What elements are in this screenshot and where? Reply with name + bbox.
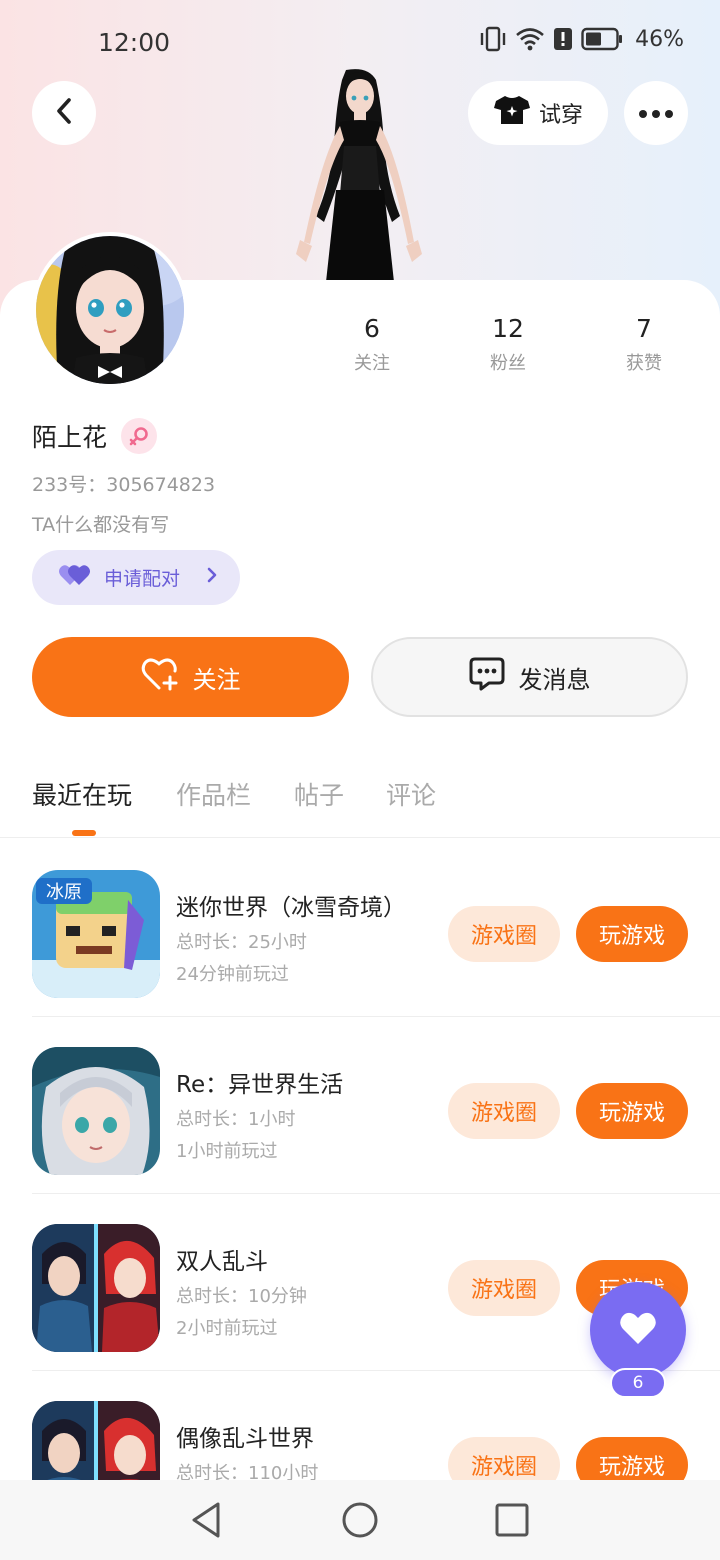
vibrate-icon <box>479 26 507 52</box>
battery-percent: 46% <box>635 26 684 52</box>
shirt-icon <box>493 94 531 132</box>
profile-stats: 6 关注 12 粉丝 7 获赞 <box>0 314 720 384</box>
game-last-played: 2小时前玩过 <box>176 1318 278 1339</box>
like-count-badge: 6 <box>610 1368 666 1398</box>
profile-tabs: 最近在玩 作品栏 帖子 评论 <box>0 776 720 838</box>
game-duration: 总时长：1小时 <box>176 1109 296 1130</box>
stat-following[interactable]: 6 关注 <box>312 314 432 375</box>
play-game-button[interactable]: 玩游戏 <box>576 906 688 962</box>
stat-likes-value: 7 <box>636 314 652 343</box>
tab-recently-played[interactable]: 最近在玩 <box>32 776 132 812</box>
female-gender-icon <box>121 418 158 454</box>
follow-button[interactable]: 关注 <box>32 637 349 717</box>
heart-plus-icon <box>141 657 179 697</box>
wifi-icon <box>515 27 545 51</box>
username: 陌上花 <box>32 423 108 452</box>
system-nav-bar <box>0 1480 720 1560</box>
username-row: 陌上花 <box>32 418 158 454</box>
nav-home-icon[interactable] <box>340 1500 380 1540</box>
stat-followers-value: 12 <box>492 314 524 343</box>
game-last-played: 24分钟前玩过 <box>176 964 289 985</box>
stat-followers-label: 粉丝 <box>490 353 526 374</box>
game-circle-button[interactable]: 游戏圈 <box>448 1260 560 1316</box>
game-circle-button[interactable]: 游戏圈 <box>448 1083 560 1139</box>
nav-back-icon[interactable] <box>186 1500 226 1540</box>
tab-comments[interactable]: 评论 <box>386 776 436 812</box>
alert-icon <box>553 27 573 51</box>
request-pair-label: 申请配对 <box>104 568 181 590</box>
stat-followers[interactable]: 12 粉丝 <box>448 314 568 375</box>
user-bio: TA什么都没有写 <box>32 514 170 536</box>
more-button[interactable] <box>624 81 688 145</box>
game-title: 迷你世界（冰雪奇境） <box>176 895 406 921</box>
battery-icon <box>581 27 623 51</box>
play-game-button[interactable]: 玩游戏 <box>576 1083 688 1139</box>
game-icon-re-zero <box>32 1047 160 1175</box>
avatar-3d-figure[interactable] <box>284 66 434 282</box>
game-icon-duo-brawl <box>32 1224 160 1352</box>
stat-following-value: 6 <box>364 314 380 343</box>
game-circle-button[interactable]: 游戏圈 <box>448 906 560 962</box>
floating-like-button[interactable] <box>590 1282 686 1378</box>
tab-works[interactable]: 作品栏 <box>176 776 251 812</box>
send-message-button[interactable]: 发消息 <box>371 637 688 717</box>
tab-posts[interactable]: 帖子 <box>294 776 344 812</box>
chevron-right-icon <box>206 566 218 589</box>
status-icons: 46% <box>479 26 684 52</box>
user-id: 233号：305674823 <box>32 474 216 496</box>
more-icon <box>638 104 674 123</box>
stat-following-label: 关注 <box>354 353 390 374</box>
heart-icon <box>618 1310 658 1350</box>
game-title: 双人乱斗 <box>176 1249 268 1275</box>
game-duration: 总时长：10分钟 <box>176 1286 307 1307</box>
recently-played-list: 冰原 迷你世界（冰雪奇境） 总时长：25小时 24分钟前玩过 游戏圈 玩游戏 R… <box>0 840 720 1548</box>
chat-bubble-icon <box>469 657 505 697</box>
game-list-item[interactable]: 冰原 迷你世界（冰雪奇境） 总时长：25小时 24分钟前玩过 游戏圈 玩游戏 <box>0 840 720 1017</box>
back-icon <box>52 96 76 130</box>
game-title: Re：异世界生活 <box>176 1072 344 1098</box>
game-duration: 总时长：25小时 <box>176 932 307 953</box>
follow-label: 关注 <box>192 665 241 694</box>
double-heart-icon <box>58 563 92 592</box>
back-button[interactable] <box>32 81 96 145</box>
game-icon-mini-world: 冰原 <box>32 870 160 998</box>
try-on-label: 试穿 <box>538 103 583 128</box>
send-message-label: 发消息 <box>518 665 591 694</box>
mini-world-badge-text: 冰原 <box>46 882 82 903</box>
active-tab-indicator <box>72 830 96 836</box>
try-on-button[interactable]: 试穿 <box>468 81 608 145</box>
game-list-item[interactable]: Re：异世界生活 总时长：1小时 1小时前玩过 游戏圈 玩游戏 <box>0 1017 720 1194</box>
request-pair-button[interactable]: 申请配对 <box>32 550 240 605</box>
game-title: 偶像乱斗世界 <box>176 1426 314 1452</box>
nav-recents-icon[interactable] <box>492 1500 532 1540</box>
game-last-played: 1小时前玩过 <box>176 1141 278 1162</box>
stat-likes-label: 获赞 <box>626 353 662 374</box>
status-time: 12:00 <box>98 28 171 57</box>
stat-likes[interactable]: 7 获赞 <box>584 314 704 375</box>
